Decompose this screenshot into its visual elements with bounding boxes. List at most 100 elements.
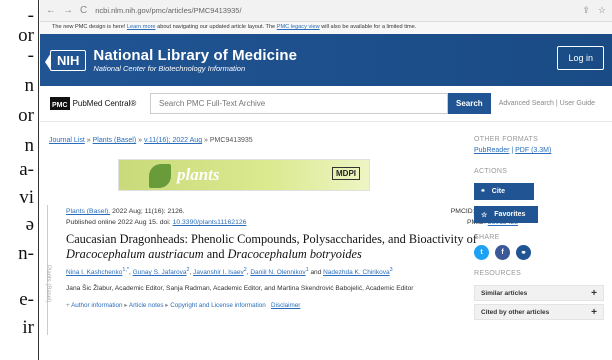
copyright-link[interactable]: Copyright and License information [170,302,266,309]
breadcrumb: Journal List » Plants (Basel) » v.11(16)… [49,137,253,144]
breadcrumb-journal[interactable]: Plants (Basel) [93,137,137,144]
breadcrumb-volume[interactable]: v.11(16); 2022 Aug [144,137,202,144]
actions-heading: ACTIONS [474,168,508,175]
disclaimer-link[interactable]: Disclaimer [271,302,300,309]
learn-more-link[interactable]: Learn more [127,24,156,30]
title-species: Dracocephalum austriacum [66,247,204,261]
browser-window: ← → C ncbi.nlm.nih.gov/pmc/articles/PMC9… [40,0,612,360]
cited-by-toggle[interactable]: Cited by other articles + [474,304,604,320]
back-icon[interactable]: ← [46,5,56,16]
banner-text: about navigating our updated article lay… [155,24,277,30]
journal-side-tab: Plants (Basel) [45,205,59,335]
author-affiliation: 1,* [122,267,129,273]
citation-line: Plants (Basel). 2022 Aug; 11(16): 2126. [66,208,185,215]
pmc-logo[interactable]: PMC PubMed Central® [50,97,150,110]
cite-button[interactable]: ❝ Cite [474,183,534,200]
breadcrumb-sep: » [136,137,144,144]
nih-logo[interactable]: NIH [44,49,87,71]
nlm-header: NIH National Library of Medicine Nationa… [40,34,612,86]
similar-articles-toggle[interactable]: Similar articles + [474,285,604,301]
right-sidebar: OTHER FORMATS PubReader | PDF (3.3M) ACT… [474,136,612,323]
link-share-icon[interactable]: ⚭ [516,245,531,260]
favorites-label: Favorites [494,211,526,218]
search-button[interactable]: Search [448,93,491,114]
banner-text: The new PMC design is here! [52,24,127,30]
advanced-search-link[interactable]: Advanced Search [499,100,554,107]
left-fragment: n- [18,243,34,264]
article-title: Caucasian Dragonheads: Phenolic Compound… [66,232,486,262]
journal-link[interactable]: Plants (Basel). [66,208,110,215]
left-fragment: or [18,25,34,46]
breadcrumb-article: PMC9413935 [209,137,253,144]
pmc-logo-text: PubMed Central® [72,99,137,108]
article-notes-link[interactable]: Article notes [129,302,164,309]
author-link[interactable]: Daniil N. Olennikov [250,269,305,276]
left-fragment: - [27,45,34,66]
expand-plus-icon: + [591,287,597,299]
author-information-link[interactable]: Author information [71,302,122,309]
title-text: and [203,247,228,261]
author-link[interactable]: Nadezhda K. Chirikova [323,269,389,276]
user-guide-link[interactable]: User Guide [560,100,595,107]
resources-heading: RESOURCES [474,270,522,277]
left-fragment: n [24,75,35,96]
pdf-link[interactable]: PDF (3.3M) [515,147,551,154]
author-affiliation: 3 [389,267,393,273]
share-buttons: t f ⚭ [474,245,612,260]
breadcrumb-sep: » [202,137,210,144]
legacy-view-link[interactable]: PMC legacy view [277,24,320,30]
left-fragment: ə [25,214,34,235]
login-button[interactable]: Log in [557,46,604,70]
forward-icon[interactable]: → [63,5,73,16]
publisher-logo[interactable]: MDPI [332,167,360,180]
site-title: National Library of Medicine [93,47,298,64]
nlm-title-block[interactable]: National Library of Medicine National Ce… [93,47,297,73]
site-subtitle: National Center for Biotechnology Inform… [93,64,246,73]
facebook-icon[interactable]: f [495,245,510,260]
editor-list: Jana Šic Žlabur, Academic Editor, Sanja … [66,285,414,292]
title-species: Dracocephalum botryoides [227,247,362,261]
share-page-icon[interactable]: ⇪ [582,5,590,16]
search-input[interactable] [150,93,448,114]
reload-icon[interactable]: C [80,5,87,16]
author-list: Nina I. Kashchenko1,*, Gunay S. Jafarova… [66,267,393,276]
author-link[interactable]: Gunay S. Jafarova [133,269,187,276]
browser-nav: ← → C [46,5,87,16]
star-icon: ☆ [481,211,488,219]
favorites-button[interactable]: ☆ Favorites [474,206,538,223]
url-field[interactable]: ncbi.nlm.nih.gov/pmc/articles/PMC9413935… [95,6,582,15]
cite-label: Cite [491,188,506,195]
author-link[interactable]: Javanshir I. Isaev [193,269,244,276]
side-tab-label: Plants (Basel) [45,265,51,303]
quote-icon: ❝ [481,188,485,196]
expand-plus-icon: + [591,306,597,318]
similar-articles-label: Similar articles [481,289,528,297]
left-fragment: or [18,105,34,126]
format-links: PubReader | PDF (3.3M) [474,147,612,154]
doi-link[interactable]: 10.3390/plants11162126 [173,219,247,226]
journal-banner-name: plants [177,165,220,184]
published-line: Published online 2022 Aug 15. doi: 10.33… [66,219,246,226]
left-fragment: n [24,135,35,156]
design-notice-banner: The new PMC design is here! Learn more a… [40,22,612,34]
pmc-logo-box: PMC [50,97,70,110]
leaf-icon [149,164,171,188]
other-formats-heading: OTHER FORMATS [474,136,539,143]
breadcrumb-journal-list[interactable]: Journal List [49,137,85,144]
left-fragment: vi [19,187,34,208]
author-link[interactable]: Nina I. Kashchenko [66,269,122,276]
citation-details: 2022 Aug; 11(16): 2126. [110,208,185,215]
twitter-icon[interactable]: t [474,245,489,260]
published-text: Published online 2022 Aug 15. doi: [66,219,173,226]
left-fragment: - [27,5,34,26]
pubreader-link[interactable]: PubReader [474,147,509,154]
breadcrumb-sep: » [84,137,93,144]
author-and: and [310,269,322,277]
bookmark-star-icon[interactable]: ☆ [598,5,606,16]
left-fragment: ir [22,317,34,338]
cited-by-label: Cited by other articles [481,308,550,316]
left-fragment: e- [19,289,34,310]
left-fragment: a- [19,159,34,180]
banner-text: will also be available for a limited tim… [319,24,417,30]
window-edge-line [38,0,39,360]
